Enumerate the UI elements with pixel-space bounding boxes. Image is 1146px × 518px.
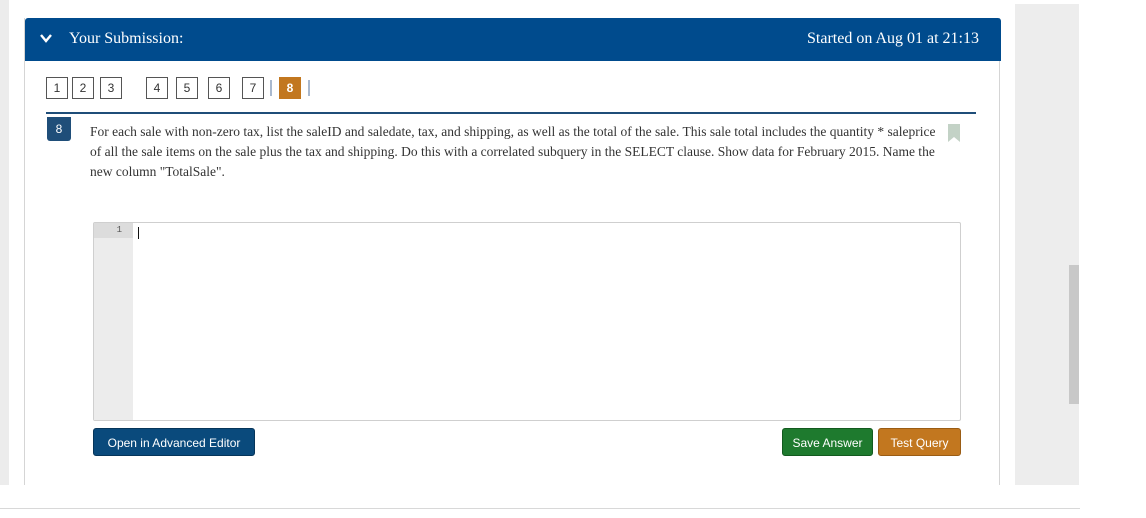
- submission-header[interactable]: Your Submission: Started on Aug 01 at 21…: [25, 18, 1001, 61]
- scrollbar-thumb[interactable]: [1069, 265, 1079, 404]
- question-button-3[interactable]: 3: [100, 77, 122, 99]
- question-button-4[interactable]: 4: [146, 77, 168, 99]
- open-advanced-editor-button[interactable]: Open in Advanced Editor: [93, 428, 255, 456]
- question-number-badge: 8: [47, 117, 71, 141]
- question-button-1[interactable]: 1: [46, 77, 68, 99]
- question-button-2[interactable]: 2: [72, 77, 94, 99]
- started-timestamp: Started on Aug 01 at 21:13: [807, 30, 979, 47]
- submission-title: Your Submission:: [69, 30, 184, 47]
- text-cursor: [138, 227, 139, 239]
- sql-editor[interactable]: 1: [93, 222, 961, 421]
- save-answer-button[interactable]: Save Answer: [782, 428, 873, 456]
- chevron-down-icon[interactable]: [39, 31, 53, 45]
- bookmark-icon[interactable]: [948, 124, 960, 142]
- question-button-6[interactable]: 6: [208, 77, 230, 99]
- question-button-8-current[interactable]: 8: [279, 77, 301, 99]
- question-separator: [308, 80, 310, 96]
- editor-gutter: 1: [94, 223, 133, 420]
- line-number: 1: [116, 225, 122, 235]
- submission-panel: Your Submission: Started on Aug 01 at 21…: [24, 18, 1001, 485]
- right-side-panel: [1015, 4, 1079, 485]
- question-button-5[interactable]: 5: [176, 77, 198, 99]
- question-text: For each sale with non-zero tax, list th…: [90, 124, 936, 179]
- bottom-divider: [0, 508, 1080, 509]
- question-divider: [46, 112, 976, 114]
- test-query-button[interactable]: Test Query: [878, 428, 961, 456]
- left-gutter: [0, 0, 9, 485]
- question-separator: [270, 80, 272, 96]
- question-button-7[interactable]: 7: [242, 77, 264, 99]
